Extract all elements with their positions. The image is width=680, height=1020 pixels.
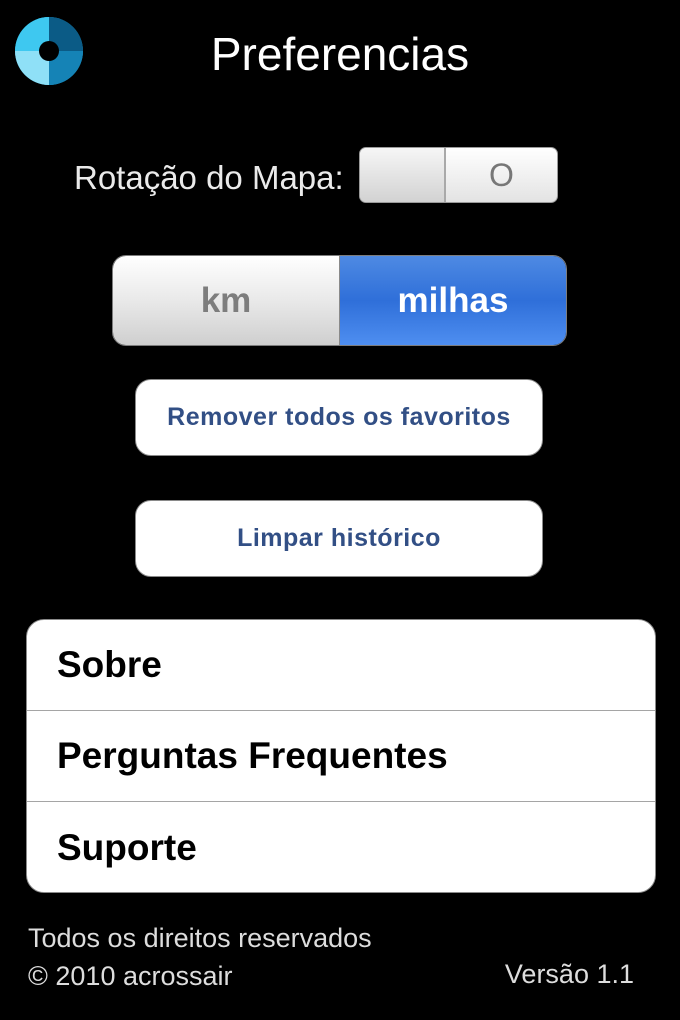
menu-item-sobre[interactable]: Sobre	[27, 620, 655, 711]
page-title: Preferencias	[210, 28, 470, 80]
menu-item-faq[interactable]: Perguntas Frequentes	[27, 711, 655, 802]
clear-history-button[interactable]: Limpar histórico	[135, 500, 543, 577]
map-rotation-toggle[interactable]: O	[359, 147, 558, 203]
toggle-knob[interactable]	[360, 148, 446, 202]
rights-text: Todos os direitos reservados	[28, 923, 372, 953]
version-text: Versão 1.1	[504, 959, 634, 989]
map-rotation-label: Rotação do Mapa:	[74, 159, 344, 196]
segment-milhas[interactable]: milhas	[340, 256, 566, 345]
segment-km[interactable]: km	[113, 256, 340, 345]
units-segmented-control[interactable]: km milhas	[112, 255, 567, 346]
copyright-text: © 2010 acrossair	[28, 961, 233, 991]
menu-item-suporte[interactable]: Suporte	[27, 802, 655, 892]
info-menu-list: Sobre Perguntas Frequentes Suporte	[26, 619, 656, 893]
remove-favorites-button[interactable]: Remover todos os favoritos	[135, 379, 543, 456]
toggle-state-text: O	[489, 156, 514, 193]
